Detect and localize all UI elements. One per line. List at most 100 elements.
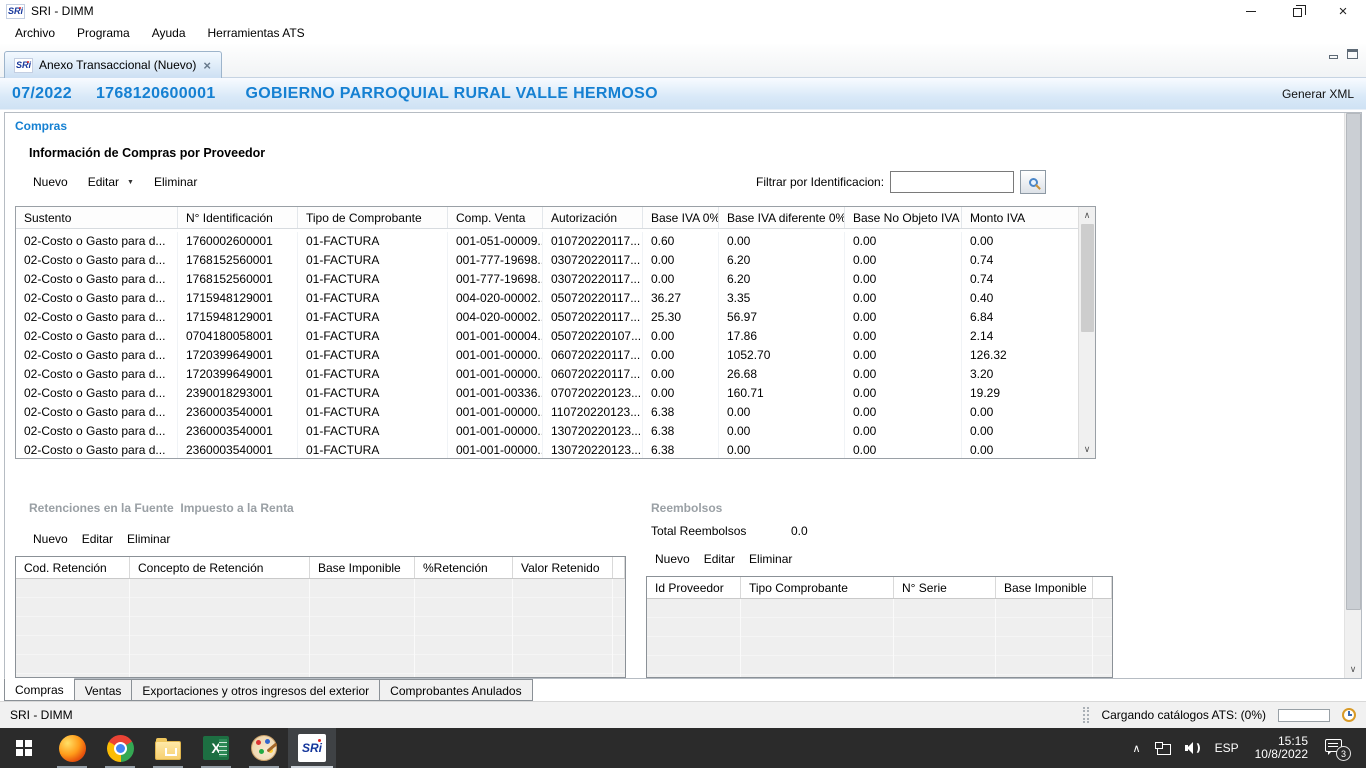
tab-compras[interactable]: Compras	[4, 678, 75, 701]
table-row[interactable]: 02-Costo o Gasto para d...23600035400010…	[16, 441, 1078, 458]
column-header[interactable]: Cod. Retención	[16, 557, 130, 578]
empty-column	[647, 599, 741, 677]
column-header[interactable]: Base Imponible	[310, 557, 415, 578]
cell: 02-Costo o Gasto para d...	[16, 308, 178, 327]
cell: 1720399649001	[178, 365, 298, 384]
editar-button[interactable]: Editar	[88, 175, 119, 189]
eliminar-button[interactable]: Eliminar	[154, 175, 197, 189]
view-minimize-button[interactable]	[1328, 49, 1339, 59]
minimize-button[interactable]	[1228, 0, 1274, 22]
compras-table-scrollbar[interactable]: ∧ ∨	[1078, 207, 1095, 458]
cell: 02-Costo o Gasto para d...	[16, 365, 178, 384]
column-header[interactable]: Sustento	[16, 207, 178, 228]
reembolsos-editar-button[interactable]: Editar	[704, 552, 735, 566]
tab-exportaciones[interactable]: Exportaciones y otros ingresos del exter…	[132, 679, 380, 701]
table-row[interactable]: 02-Costo o Gasto para d...17203996490010…	[16, 365, 1078, 384]
notification-button[interactable]: 3	[1320, 728, 1358, 768]
cell: 3.20	[962, 365, 1078, 384]
cell: 0.00	[962, 422, 1078, 441]
tab-sri-icon: SRi	[14, 58, 33, 73]
column-header[interactable]: %Retención	[415, 557, 513, 578]
table-row[interactable]: 02-Costo o Gasto para d...17203996490010…	[16, 346, 1078, 365]
notification-badge: 3	[1336, 746, 1351, 761]
table-row[interactable]: 02-Costo o Gasto para d...17159481290010…	[16, 289, 1078, 308]
excel-taskbar-button[interactable]: X	[192, 728, 240, 768]
tab-ventas[interactable]: Ventas	[75, 679, 133, 701]
column-header[interactable]: Id Proveedor	[647, 577, 741, 598]
menu-herramientas-ats[interactable]: Herramientas ATS	[197, 23, 316, 43]
column-header[interactable]: N° Identificación	[178, 207, 298, 228]
table-row[interactable]: 02-Costo o Gasto para d...23600035400010…	[16, 422, 1078, 441]
cell: 060720220117...	[543, 346, 643, 365]
compras-table: SustentoN° IdentificaciónTipo de Comprob…	[15, 206, 1096, 459]
column-header[interactable]: N° Serie	[894, 577, 996, 598]
view-maximize-button[interactable]	[1347, 49, 1358, 59]
scroll-down-icon[interactable]: ∨	[1079, 441, 1095, 458]
column-header[interactable]: Base IVA diferente 0%	[719, 207, 845, 228]
tab-close-icon[interactable]: ×	[202, 59, 212, 72]
panel-scroll-thumb[interactable]	[1346, 113, 1361, 610]
column-header[interactable]: Tipo Comprobante	[741, 577, 894, 598]
column-header[interactable]: Concepto de Retención	[130, 557, 310, 578]
language-indicator[interactable]: ESP	[1211, 728, 1243, 768]
column-header[interactable]: Comp. Venta	[448, 207, 543, 228]
chrome-taskbar-button[interactable]	[96, 728, 144, 768]
panel-scrollbar[interactable]: ∨	[1344, 113, 1361, 678]
menu-ayuda[interactable]: Ayuda	[141, 23, 197, 43]
tray-expand-icon[interactable]: ∧	[1128, 728, 1146, 768]
cell: 0704180058001	[178, 327, 298, 346]
column-header[interactable]: Tipo de Comprobante	[298, 207, 448, 228]
retenciones-table: Cod. RetenciónConcepto de RetenciónBase …	[15, 556, 626, 678]
reembolsos-eliminar-button[interactable]: Eliminar	[749, 552, 792, 566]
speaker-icon[interactable]	[1180, 728, 1207, 768]
scroll-thumb[interactable]	[1081, 224, 1094, 332]
reembolsos-nuevo-button[interactable]: Nuevo	[655, 552, 690, 566]
cell: 0.74	[962, 251, 1078, 270]
paint-taskbar-button[interactable]	[240, 728, 288, 768]
file-explorer-taskbar-button[interactable]	[144, 728, 192, 768]
table-row[interactable]: 02-Costo o Gasto para d...07041800580010…	[16, 327, 1078, 346]
sri-dimm-taskbar-button[interactable]: SRi	[288, 728, 336, 768]
tab-comprobantes-anulados[interactable]: Comprobantes Anulados	[380, 679, 532, 701]
table-row[interactable]: 02-Costo o Gasto para d...23900182930010…	[16, 384, 1078, 403]
restore-button[interactable]	[1274, 0, 1320, 22]
cell: 2360003540001	[178, 403, 298, 422]
column-header[interactable]: Base Imponible	[996, 577, 1093, 598]
column-header[interactable]: Monto IVA	[962, 207, 1078, 228]
retenciones-editar-button[interactable]: Editar	[82, 532, 113, 546]
cell: 001-001-00000...	[448, 346, 543, 365]
panel-scroll-down-icon[interactable]: ∨	[1345, 661, 1361, 678]
column-header[interactable]: Base IVA 0%	[643, 207, 719, 228]
tab-anexo-transaccional[interactable]: SRi Anexo Transaccional (Nuevo) ×	[4, 51, 222, 78]
cell: 02-Costo o Gasto para d...	[16, 422, 178, 441]
editar-dropdown-icon[interactable]: ▼	[127, 179, 134, 186]
close-button[interactable]: ×	[1320, 0, 1366, 22]
table-row[interactable]: 02-Costo o Gasto para d...17681525600010…	[16, 270, 1078, 289]
table-row[interactable]: 02-Costo o Gasto para d...23600035400010…	[16, 403, 1078, 422]
cell: 1768152560001	[178, 270, 298, 289]
table-row[interactable]: 02-Costo o Gasto para d...17600026000010…	[16, 232, 1078, 251]
table-row[interactable]: 02-Costo o Gasto para d...17159481290010…	[16, 308, 1078, 327]
generar-xml-button[interactable]: Generar XML	[1282, 87, 1354, 101]
scroll-up-icon[interactable]: ∧	[1079, 207, 1095, 224]
column-header-filler	[1093, 577, 1112, 598]
column-header[interactable]: Autorización	[543, 207, 643, 228]
filter-input[interactable]	[890, 171, 1014, 193]
start-button[interactable]	[0, 728, 48, 768]
firefox-taskbar-button[interactable]	[48, 728, 96, 768]
search-button[interactable]	[1020, 170, 1046, 194]
column-header[interactable]: Valor Retenido	[513, 557, 613, 578]
retenciones-eliminar-button[interactable]: Eliminar	[127, 532, 170, 546]
column-header[interactable]: Base No Objeto IVA	[845, 207, 962, 228]
menu-programa[interactable]: Programa	[66, 23, 141, 43]
network-icon[interactable]	[1150, 728, 1176, 768]
nuevo-button[interactable]: Nuevo	[33, 175, 68, 189]
cell: 110720220123...	[543, 403, 643, 422]
menu-archivo[interactable]: Archivo	[4, 23, 66, 43]
empty-column	[513, 579, 613, 677]
table-row[interactable]: 02-Costo o Gasto para d...17681525600010…	[16, 251, 1078, 270]
tray-time: 15:15	[1278, 734, 1308, 748]
retenciones-nuevo-button[interactable]: Nuevo	[33, 532, 68, 546]
cell: 02-Costo o Gasto para d...	[16, 346, 178, 365]
clock[interactable]: 15:15 10/8/2022	[1247, 728, 1316, 768]
